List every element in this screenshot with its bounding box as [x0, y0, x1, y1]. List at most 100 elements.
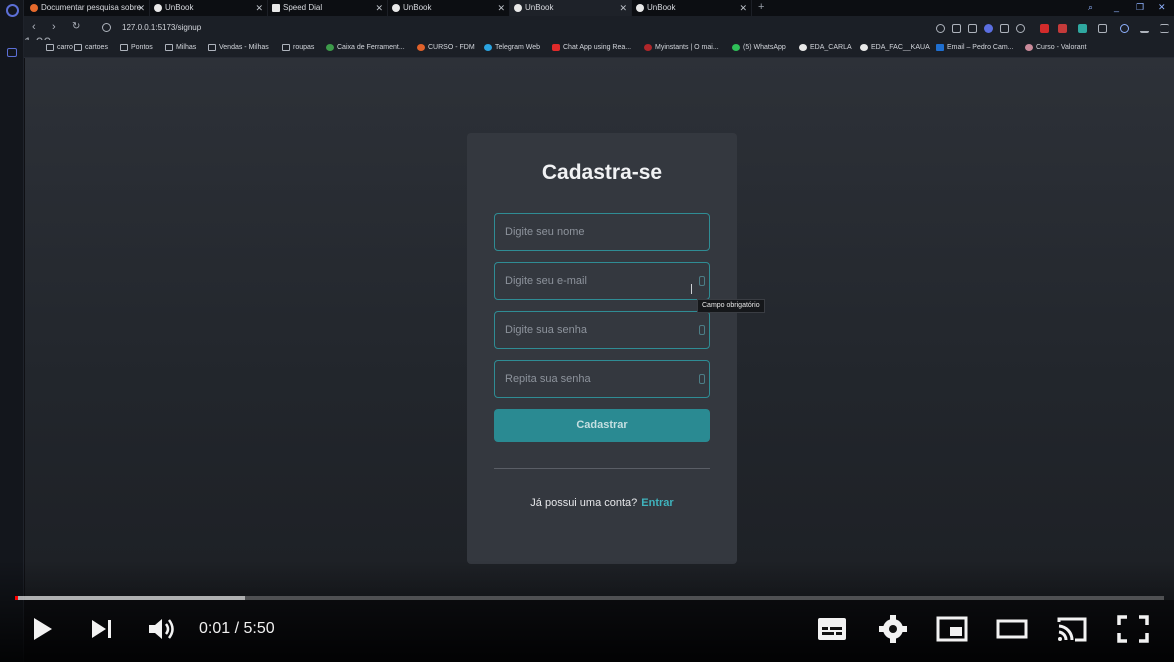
site-info-icon[interactable]: [102, 23, 111, 32]
globe-icon: [514, 4, 522, 12]
bookmark-telegram[interactable]: Telegram Web: [484, 44, 540, 51]
settings-icon[interactable]: [877, 612, 909, 646]
name-input[interactable]: [495, 214, 709, 250]
theater-mode-icon[interactable]: [995, 612, 1029, 646]
tab-label: UnBook: [165, 3, 194, 12]
email-field[interactable]: [494, 262, 710, 300]
close-window-icon[interactable]: ✕: [1158, 0, 1166, 14]
edit-icon[interactable]: [952, 24, 961, 33]
bookmark-cartoes[interactable]: cartoes: [74, 44, 108, 51]
bookmark-label: Milhas: [176, 44, 197, 51]
tab-speed-dial[interactable]: Speed Dial ✕: [268, 0, 388, 16]
close-icon[interactable]: ✕: [255, 0, 263, 16]
heart-icon[interactable]: [1016, 24, 1025, 33]
telegram-icon: [484, 44, 492, 51]
drive-icon: [326, 44, 334, 51]
search-tabs-icon[interactable]: ⌕: [1088, 0, 1093, 14]
back-icon[interactable]: ‹: [32, 21, 36, 33]
bookmark-label: Pontos: [131, 44, 153, 51]
bookmark-label: carro: [57, 44, 73, 51]
play-icon[interactable]: [1000, 24, 1009, 33]
bookmark-label: roupas: [293, 44, 315, 51]
adblock-icon[interactable]: [1040, 24, 1049, 33]
fullscreen-icon[interactable]: [1116, 612, 1150, 646]
globe-icon: [392, 4, 400, 12]
bookmark-caixa[interactable]: Caixa de Ferrament...: [326, 44, 405, 51]
camera-icon[interactable]: [968, 24, 977, 33]
close-icon[interactable]: ✕: [497, 0, 505, 16]
password-input[interactable]: [495, 312, 709, 348]
screen: Documentar pesquisa sobre ✕ UnBook ✕ Spe…: [0, 0, 1174, 662]
bookmark-label: Telegram Web: [495, 44, 541, 51]
tab-unbook-2[interactable]: UnBook ✕: [388, 0, 510, 16]
tab-documentar[interactable]: Documentar pesquisa sobre ✕: [26, 0, 150, 16]
bookmark-pontos[interactable]: Pontos: [120, 44, 153, 51]
folder-icon: [208, 44, 216, 51]
vpn-icon[interactable]: [984, 24, 993, 33]
tab-unbook-github[interactable]: UnBook ✕: [632, 0, 752, 16]
tab-label: UnBook: [525, 3, 554, 12]
opera-logo-icon[interactable]: [6, 4, 19, 17]
minimize-icon[interactable]: _: [1114, 0, 1119, 14]
zoom-icon[interactable]: [936, 24, 945, 33]
address-bar: ‹ › ↻ 127.0.0.1:5173/signup: [24, 16, 1174, 40]
bookmark-curso-fdm[interactable]: CURSO - FDM: [417, 44, 475, 51]
play-icon[interactable]: [30, 612, 56, 646]
login-link[interactable]: Entrar: [641, 497, 673, 509]
forward-icon[interactable]: ›: [52, 21, 56, 33]
subtitles-icon[interactable]: [816, 612, 848, 646]
autofill-key-icon[interactable]: [699, 325, 705, 335]
extension-teal-icon[interactable]: [1078, 24, 1087, 33]
time-current: 0:01: [199, 620, 231, 637]
email-input[interactable]: [495, 263, 709, 299]
confirm-password-input[interactable]: [495, 361, 709, 397]
bookmark-myinstants[interactable]: Myinstants | O mai...: [644, 44, 719, 51]
password-field[interactable]: [494, 311, 710, 349]
autofill-key-icon[interactable]: [699, 374, 705, 384]
confirm-password-field[interactable]: [494, 360, 710, 398]
submit-button[interactable]: Cadastrar: [494, 409, 710, 442]
bookmark-chat-app[interactable]: Chat App using Rea...: [552, 44, 631, 51]
tab-bar: Documentar pesquisa sobre ✕ UnBook ✕ Spe…: [24, 0, 1174, 16]
download-icon[interactable]: [1140, 24, 1149, 33]
cast-icon[interactable]: [1055, 612, 1089, 646]
next-icon[interactable]: [90, 612, 116, 646]
bookmarks-bar: carro cartoes Pontos Milhas Vendas - Mil…: [24, 40, 1174, 58]
bookmark-label: EDA_CARLA: [810, 44, 852, 51]
extension-red-icon[interactable]: [1058, 24, 1067, 33]
progress-bar[interactable]: [15, 596, 1164, 600]
bookmark-email[interactable]: Email – Pedro Cam...: [936, 44, 1014, 51]
extensions-icon[interactable]: [1098, 24, 1107, 33]
name-field[interactable]: [494, 213, 710, 251]
close-icon[interactable]: ✕: [739, 0, 747, 16]
tab-unbook-active[interactable]: UnBook ✕: [510, 0, 632, 16]
tab-label: Documentar pesquisa sobre: [41, 3, 142, 12]
github-icon: [799, 44, 807, 51]
bookmark-eda-carla[interactable]: EDA_CARLA: [799, 44, 852, 51]
bookmark-milhas[interactable]: Milhas: [165, 44, 196, 51]
menu-icon[interactable]: [1160, 24, 1169, 33]
tab-unbook-1[interactable]: UnBook ✕: [150, 0, 268, 16]
close-icon[interactable]: ✕: [619, 0, 627, 16]
bookmark-vendas[interactable]: Vendas - Milhas: [208, 44, 269, 51]
restore-icon[interactable]: ❐: [1136, 0, 1144, 14]
workspaces-icon[interactable]: [7, 48, 17, 57]
bookmark-carro[interactable]: carro: [46, 44, 73, 51]
folder-icon: [74, 44, 82, 51]
github-icon: [860, 44, 868, 51]
url-field[interactable]: 127.0.0.1:5173/signup: [122, 23, 201, 32]
close-icon[interactable]: ✕: [137, 0, 145, 16]
bookmark-valorant[interactable]: Curso - Valorant: [1025, 44, 1086, 51]
volume-icon[interactable]: [146, 612, 178, 646]
bookmark-roupas[interactable]: roupas: [282, 44, 314, 51]
close-icon[interactable]: ✕: [375, 0, 383, 16]
account-icon[interactable]: [1120, 24, 1129, 33]
autofill-key-icon[interactable]: [699, 276, 705, 286]
reload-icon[interactable]: ↻: [72, 21, 80, 32]
bookmark-eda-fac[interactable]: EDA_FAC__KAUA: [860, 44, 930, 51]
miniplayer-icon[interactable]: [935, 612, 969, 646]
new-tab-icon[interactable]: +: [758, 0, 764, 14]
react-icon: [154, 4, 162, 12]
bookmark-whatsapp[interactable]: (5) WhatsApp: [732, 44, 786, 51]
signup-card: Cadastra-se Cadastrar Já possui uma cont…: [467, 133, 737, 564]
